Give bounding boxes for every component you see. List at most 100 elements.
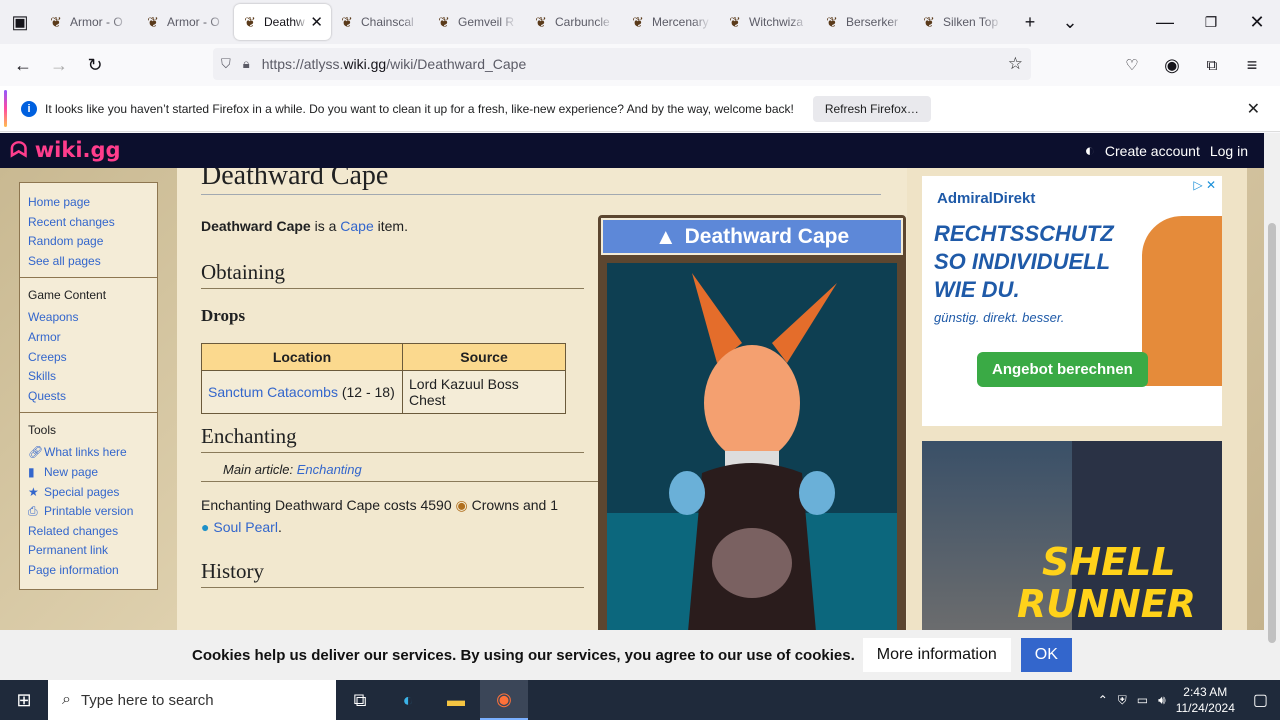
windows-taskbar: ⊞ ⌕ Type here to search ⧉ ◐ ▬ ◉ ⌃ ⛨ ▭ 🔊︎ … [0, 680, 1280, 720]
sidebar-item-weapons[interactable]: Weapons [28, 308, 157, 328]
reload-icon[interactable]: ↻ [77, 47, 113, 83]
advertisement-shell-runner[interactable]: SHELL RUNNER [922, 441, 1222, 630]
url-text[interactable]: https://atlyss.wiki.gg/wiki/Deathward_Ca… [262, 56, 527, 72]
browser-tab-active[interactable]: ❦ Deathw ✕ [234, 4, 331, 40]
navigation-bar: ← → ↻ ⛉ 🔒︎ https://atlyss.wiki.gg/wiki/D… [0, 44, 1280, 86]
more-information-button[interactable]: More information [862, 638, 1011, 672]
cookie-ok-button[interactable]: OK [1020, 638, 1072, 672]
ad-cta-button[interactable]: Angebot berechnen [977, 352, 1148, 387]
sidebar-item-armor[interactable]: Armor [28, 328, 157, 348]
ad-choices-icon[interactable]: ▷ ✕ [1193, 178, 1216, 192]
taskbar-search[interactable]: ⌕ Type here to search [48, 680, 336, 720]
firefox-notification-bar: i It looks like you haven’t started Fire… [0, 86, 1280, 132]
browser-tab[interactable]: ❦ Armor - O [137, 4, 234, 40]
browser-tab[interactable]: ❦ Gemveil R [428, 4, 525, 40]
sidebar-game-group: Game Content Weapons Armor Creeps Skills… [20, 278, 157, 414]
wiki-favicon-icon: ❦ [147, 14, 159, 30]
scrollbar[interactable] [1264, 133, 1280, 680]
wiki-favicon-icon: ❦ [50, 14, 62, 30]
theme-toggle-icon[interactable]: ◐ [1085, 141, 1095, 161]
task-view-icon[interactable]: ⧉ [336, 680, 384, 720]
character-illustration [607, 263, 897, 630]
back-icon[interactable]: ← [5, 47, 41, 83]
sidebar-item-creeps[interactable]: Creeps [28, 348, 157, 368]
notification-center-icon[interactable]: ▢ [1253, 690, 1268, 710]
menu-icon[interactable]: ≡ [1234, 47, 1270, 83]
sidebar-heading: Tools [28, 423, 57, 438]
wiki-favicon-icon: ❦ [244, 14, 256, 30]
sidebar-item-quests[interactable]: Quests [28, 387, 157, 407]
login-link[interactable]: Log in [1210, 143, 1248, 159]
security-icon[interactable]: ⛨ [1118, 693, 1127, 708]
link-icon: 🔗︎ [28, 445, 44, 460]
sidebar-item-special-pages[interactable]: ★ Special pages [28, 483, 157, 503]
sidebar-item-random-page[interactable]: Random page [28, 232, 157, 252]
table-cell-location: Sanctum Catacombs (12 - 18) [201, 370, 403, 414]
soul-pearl-icon: ● [201, 519, 210, 535]
wiki-favicon-icon: ❦ [826, 14, 838, 30]
sidebar-item-recent-changes[interactable]: Recent changes [28, 213, 157, 233]
sidebar-item-what-links-here[interactable]: 🔗︎ What links here [28, 443, 157, 463]
volume-icon[interactable]: 🔊︎ [1158, 693, 1166, 708]
chevron-down-icon[interactable]: ⌄ [1050, 4, 1090, 40]
pocket-icon[interactable]: ♡ [1114, 47, 1150, 83]
close-icon[interactable]: ✕ [1247, 99, 1260, 119]
lock-icon[interactable]: 🔒︎ [243, 56, 250, 72]
close-tab-icon[interactable]: ✕ [310, 13, 323, 31]
wiki-favicon-icon: ❦ [729, 14, 741, 30]
table-cell-source: Lord Kazuul Boss Chest [402, 370, 566, 414]
sidebar-item-related-changes[interactable]: Related changes [28, 522, 157, 542]
refresh-firefox-button[interactable]: Refresh Firefox… [812, 95, 931, 122]
minimize-icon[interactable]: — [1142, 4, 1188, 40]
file-explorer-icon[interactable]: ▬ [432, 680, 480, 720]
shield-icon[interactable]: ⛉ [221, 56, 231, 72]
file-icon: ▮ [28, 464, 35, 479]
bookmark-star-icon[interactable]: ☆ [1008, 54, 1023, 74]
drops-table: Location Source Sanctum Catacombs (12 - … [201, 343, 566, 414]
wiki-header: ᗣ wiki.gg ◐ Create account Log in [0, 133, 1264, 168]
ad-headline: RECHTSSCHUTZ SO INDIVIDUELL WIE DU. [934, 221, 1114, 302]
sidebar-item-printable-version[interactable]: ⎙ Printable version [28, 502, 157, 522]
create-account-link[interactable]: Create account [1105, 143, 1200, 159]
enchanting-link[interactable]: Enchanting [297, 462, 362, 477]
restore-icon[interactable]: ❐ [1188, 4, 1234, 40]
browser-tab[interactable]: ❦ Armor - O [40, 4, 137, 40]
table-header-row: Location Source [201, 343, 566, 371]
sidebar-heading: Game Content [28, 288, 107, 303]
sidebar-item-all-pages[interactable]: See all pages [28, 252, 157, 272]
infobox: ▲ Deathward Cape [598, 215, 906, 630]
windows-start-icon[interactable]: ⊞ [0, 680, 48, 720]
wiki-logo[interactable]: ᗣ wiki.gg [10, 138, 121, 163]
sidebar-item-page-information[interactable]: Page information [28, 561, 157, 581]
network-icon[interactable]: ▭ [1137, 693, 1148, 707]
browser-tab[interactable]: ❦ Mercenary [622, 4, 719, 40]
forward-icon[interactable]: → [41, 47, 77, 83]
chevron-up-icon[interactable]: ⌃ [1098, 693, 1108, 707]
advertisement-admiral[interactable]: AdmiralDirekt ▷ ✕ RECHTSSCHUTZ SO INDIVI… [922, 176, 1222, 426]
extensions-icon[interactable]: ⧉ [1194, 47, 1230, 83]
sidebar-item-permanent-link[interactable]: Permanent link [28, 541, 157, 561]
sidebar-item-new-page[interactable]: ▮ New page [28, 463, 157, 483]
browser-tab[interactable]: ❦ Berserker [816, 4, 913, 40]
cape-link[interactable]: Cape [340, 218, 373, 234]
tab-bar: ▣ ❦ Armor - O ❦ Armor - O ❦ Deathw ✕ ❦ Chains… [0, 0, 1280, 44]
close-window-icon[interactable]: ✕ [1234, 4, 1280, 40]
tab-overview-icon[interactable]: ▣ [0, 4, 40, 40]
firefox-icon[interactable]: ◉ [480, 680, 528, 720]
soul-pearl-link[interactable]: Soul Pearl [213, 519, 278, 535]
edge-icon[interactable]: ◐ [384, 680, 432, 720]
sanctum-catacombs-link[interactable]: Sanctum Catacombs [208, 384, 338, 400]
browser-tab[interactable]: ❦ Witchwiza [719, 4, 816, 40]
sidebar-item-home[interactable]: Home page [28, 193, 157, 213]
new-tab-icon[interactable]: + [1010, 4, 1050, 40]
scrollbar-thumb[interactable] [1268, 223, 1276, 643]
article: Deathward Cape Deathward Cape is a Cape … [177, 168, 907, 630]
browser-tab[interactable]: ❦ Carbuncle [525, 4, 622, 40]
heading-drops: Drops [201, 306, 246, 325]
browser-tab[interactable]: ❦ Chainscal [331, 4, 428, 40]
url-bar[interactable]: ⛉ 🔒︎ https://atlyss.wiki.gg/wiki/Deathwa… [213, 48, 1031, 80]
browser-tab[interactable]: ❦ Silken Top [913, 4, 1010, 40]
clock[interactable]: 2:43 AM 11/24/2024 [1176, 684, 1235, 716]
account-icon[interactable]: ◉ [1154, 47, 1190, 83]
sidebar-item-skills[interactable]: Skills [28, 367, 157, 387]
